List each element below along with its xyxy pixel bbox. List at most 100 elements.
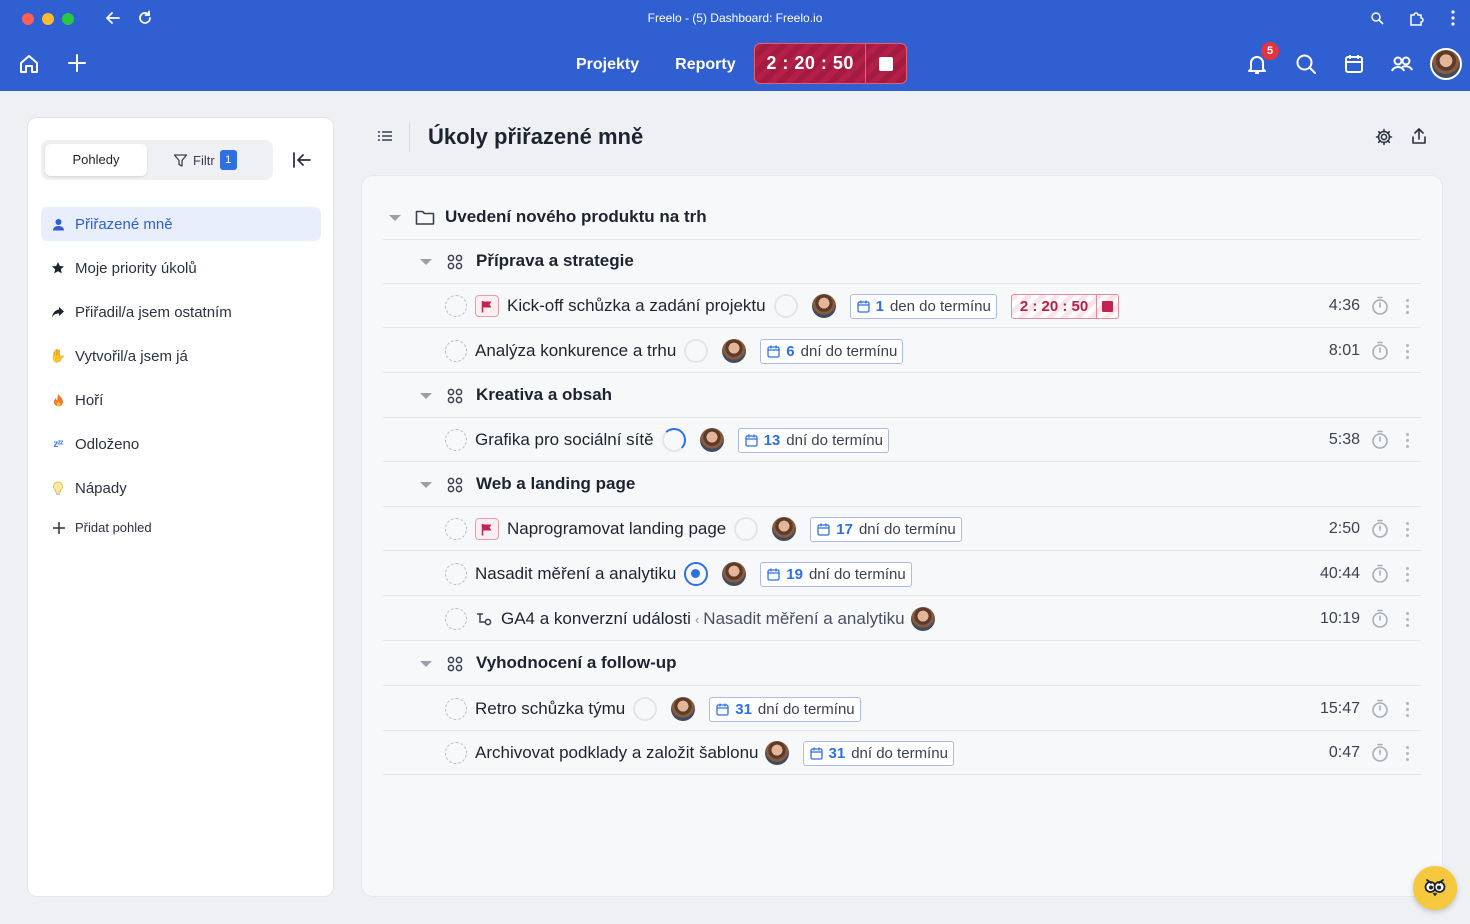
due-date-badge[interactable]: 1 den do termínu — [849, 293, 997, 319]
add-icon[interactable] — [66, 52, 88, 74]
zoom-icon[interactable] — [1370, 11, 1384, 25]
due-date-badge[interactable]: 19 dní do termínu — [760, 561, 912, 587]
add-view-button[interactable]: Přidat pohled — [52, 520, 152, 535]
nav-projects[interactable]: Projekty — [576, 56, 639, 74]
task-more-icon[interactable] — [1406, 567, 1410, 585]
project-title[interactable]: Uvedení nového produktu na trh — [445, 207, 707, 227]
more-menu-icon[interactable] — [1450, 9, 1456, 27]
task-more-icon[interactable] — [1406, 702, 1410, 720]
task-name[interactable]: Kick-off schůzka a zadání projektu — [507, 296, 766, 316]
group-row[interactable]: Příprava a strategie — [383, 240, 1421, 284]
collapse-sidebar-icon[interactable] — [292, 150, 312, 170]
list-icon[interactable] — [377, 128, 393, 144]
task-more-icon[interactable] — [1406, 522, 1410, 540]
task-row[interactable]: Nasadit měření a analytiku 19 dní do term… — [383, 552, 1421, 596]
task-checkbox[interactable] — [445, 563, 467, 585]
task-more-icon[interactable] — [1406, 433, 1410, 451]
task-name[interactable]: Naprogramovat landing page — [507, 519, 726, 539]
due-date-badge[interactable]: 17 dní do termínu — [810, 516, 962, 542]
nav-reports[interactable]: Reporty — [675, 56, 735, 74]
assignee-avatar[interactable] — [699, 428, 724, 452]
task-more-icon[interactable] — [1406, 612, 1410, 630]
assignee-avatar[interactable] — [764, 741, 789, 765]
sidebar-item-assigned-to-others[interactable]: Přiřadil/a jsem ostatním — [41, 295, 321, 329]
task-checkbox[interactable] — [445, 608, 467, 630]
task-timer[interactable]: 2 : 20 : 50 — [1010, 293, 1120, 319]
assignee-avatar[interactable] — [722, 562, 747, 586]
task-name[interactable]: Analýza konkurence a trhu — [475, 341, 676, 361]
group-row[interactable]: Kreativa a obsah — [383, 374, 1421, 418]
group-row[interactable]: Vyhodnocení a follow-up — [383, 642, 1421, 686]
assignee-avatar[interactable] — [671, 697, 696, 721]
assignee-avatar[interactable] — [811, 294, 836, 318]
task-row[interactable]: Naprogramovat landing page 17 dní do term… — [383, 507, 1421, 551]
sidebar-item-ideas[interactable]: Nápady — [41, 471, 321, 505]
task-row[interactable]: Kick-off schůzka a zadání projektu 1 den … — [383, 284, 1421, 328]
task-row[interactable]: Archivovat podklady a založit šablonu 31… — [383, 731, 1421, 775]
stopwatch-icon[interactable] — [1371, 296, 1389, 316]
group-title[interactable]: Vyhodnocení a follow-up — [476, 653, 677, 673]
stopwatch-icon[interactable] — [1371, 564, 1389, 584]
chevron-down-icon[interactable] — [389, 215, 401, 221]
task-row[interactable]: Analýza konkurence a trhu 6 dní do termín… — [383, 329, 1421, 373]
task-checkbox[interactable] — [445, 340, 467, 362]
task-row[interactable]: Grafika pro sociální sítě 13 dní do termí… — [383, 418, 1421, 462]
task-more-icon[interactable] — [1406, 746, 1410, 764]
user-avatar[interactable] — [1430, 48, 1462, 80]
group-title[interactable]: Web a landing page — [476, 474, 635, 494]
task-name[interactable]: GA4 a konverzní události — [501, 609, 691, 629]
task-row[interactable]: Retro schůzka týmu 31 dní do termínu 15:4… — [383, 687, 1421, 731]
task-checkbox[interactable] — [445, 742, 467, 764]
task-name[interactable]: Archivovat podklady a založit šablonu — [475, 743, 759, 763]
group-title[interactable]: Kreativa a obsah — [476, 385, 612, 405]
task-timer-stop-button[interactable] — [1096, 294, 1118, 318]
extensions-icon[interactable] — [1408, 9, 1426, 27]
task-more-icon[interactable] — [1406, 299, 1410, 317]
running-timer[interactable]: 2 : 20 : 50 — [754, 43, 907, 84]
gear-icon[interactable] — [1375, 128, 1393, 146]
due-date-badge[interactable]: 6 dní do termínu — [760, 338, 904, 364]
home-icon[interactable] — [17, 52, 41, 76]
export-icon[interactable] — [1410, 127, 1428, 145]
stopwatch-icon[interactable] — [1371, 430, 1389, 450]
help-assistant-button[interactable] — [1413, 866, 1457, 910]
due-date-badge[interactable]: 13 dní do termínu — [737, 427, 889, 453]
chevron-down-icon[interactable] — [420, 661, 432, 667]
assignee-avatar[interactable] — [772, 517, 797, 541]
chevron-down-icon[interactable] — [420, 259, 432, 265]
sidebar-item-assigned-to-me[interactable]: Přiřazené mně — [41, 207, 321, 241]
task-row[interactable]: GA4 a konverzní události ‹ Nasadit měřen… — [383, 597, 1421, 641]
task-checkbox[interactable] — [445, 518, 467, 540]
task-more-icon[interactable] — [1406, 344, 1410, 362]
due-date-badge[interactable]: 31 dní do termínu — [709, 696, 861, 722]
timer-stop-button[interactable] — [865, 44, 906, 83]
task-name[interactable]: Grafika pro sociální sítě — [475, 430, 654, 450]
stopwatch-icon[interactable] — [1371, 609, 1389, 629]
task-checkbox[interactable] — [445, 295, 467, 317]
project-row[interactable]: Uvedení nového produktu na trh — [383, 196, 1421, 240]
stopwatch-icon[interactable] — [1371, 341, 1389, 361]
stopwatch-icon[interactable] — [1371, 699, 1389, 719]
chevron-down-icon[interactable] — [420, 393, 432, 399]
group-title[interactable]: Příprava a strategie — [476, 251, 634, 271]
chevron-down-icon[interactable] — [420, 482, 432, 488]
team-icon[interactable] — [1390, 52, 1414, 76]
task-name[interactable]: Retro schůzka týmu — [475, 699, 625, 719]
stopwatch-icon[interactable] — [1371, 743, 1389, 763]
task-name[interactable]: Nasadit měření a analytiku — [475, 564, 676, 584]
stopwatch-icon[interactable] — [1371, 519, 1389, 539]
group-row[interactable]: Web a landing page — [383, 463, 1421, 507]
tab-views[interactable]: Pohledy — [45, 144, 147, 176]
tab-filter[interactable]: Filtr 1 — [173, 150, 237, 170]
sidebar-item-created-by-me[interactable]: ✋ Vytvořil/a jsem já — [41, 339, 321, 373]
sidebar-item-on-fire[interactable]: Hoří — [41, 383, 321, 417]
calendar-icon[interactable] — [1342, 52, 1366, 76]
sidebar-item-postponed[interactable]: zᶻᶻ Odloženo — [41, 427, 321, 461]
sidebar-item-priorities[interactable]: Moje priority úkolů — [41, 251, 321, 285]
task-checkbox[interactable] — [445, 429, 467, 451]
due-date-badge[interactable]: 31 dní do termínu — [802, 740, 954, 766]
task-checkbox[interactable] — [445, 698, 467, 720]
parent-task-link[interactable]: Nasadit měření a analytiku — [703, 609, 904, 629]
search-icon[interactable] — [1294, 52, 1318, 76]
assignee-avatar[interactable] — [722, 339, 747, 363]
